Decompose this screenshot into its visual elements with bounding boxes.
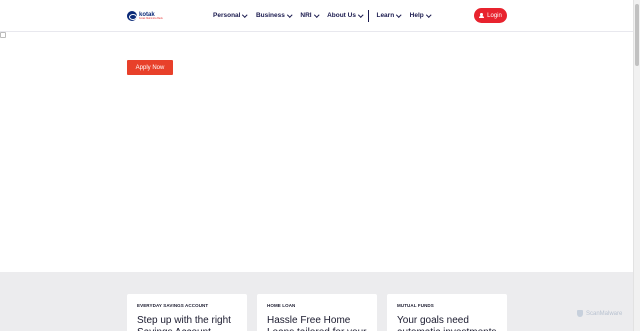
kotak-logo-icon — [127, 11, 137, 21]
chevron-down-icon — [287, 12, 293, 17]
main-nav: Personal Business NRI About Us Learn Hel… — [213, 0, 439, 31]
scrollbar-thumb[interactable] — [635, 4, 639, 66]
card-tag: HOME LOAN — [267, 303, 296, 308]
site-header: kotak Kotak Mahindra Bank Personal Busin… — [0, 0, 633, 32]
chevron-down-icon — [242, 12, 248, 17]
nav-item-label: NRI — [300, 12, 312, 19]
nav-item-label: Business — [255, 12, 285, 19]
shield-icon — [577, 310, 583, 317]
nav-item-label: Help — [409, 12, 424, 19]
card-title: Your goals need automatic investments — [397, 315, 497, 331]
chevron-down-icon — [313, 12, 319, 17]
nav-item-nri[interactable]: NRI — [300, 12, 319, 19]
nav-item-learn[interactable]: Learn — [376, 12, 402, 19]
broken-image-icon — [0, 32, 6, 38]
apply-now-button[interactable]: Apply Now — [127, 60, 173, 75]
user-icon — [479, 13, 484, 18]
login-label: Login — [487, 12, 502, 19]
nav-item-label: Learn — [376, 12, 395, 19]
card-tag: MUTUAL FUNDS — [397, 303, 434, 308]
chevron-down-icon — [396, 12, 402, 17]
card-tag: EVERYDAY SAVINGS ACCOUNT — [137, 303, 209, 308]
product-card-savings[interactable]: EVERYDAY SAVINGS ACCOUNT Step up with th… — [127, 294, 247, 331]
login-button[interactable]: Login — [474, 8, 507, 23]
card-title: Hassle Free Home Loans tailored for your — [267, 315, 367, 331]
brand-tagline: Kotak Mahindra Bank — [139, 16, 163, 20]
watermark-label: ScanMalware — [586, 310, 623, 317]
chevron-down-icon — [426, 12, 431, 17]
vertical-scrollbar[interactable] — [633, 0, 640, 331]
nav-item-about-us[interactable]: About Us — [327, 12, 364, 19]
nav-divider — [368, 9, 370, 22]
product-cards-section: EVERYDAY SAVINGS ACCOUNT Step up with th… — [0, 272, 633, 331]
product-card-mutual-funds[interactable]: MUTUAL FUNDS Your goals need automatic i… — [387, 294, 507, 331]
kotak-logo[interactable]: kotak Kotak Mahindra Bank — [127, 9, 167, 23]
nav-item-label: About Us — [327, 12, 356, 19]
nav-item-personal[interactable]: Personal — [213, 12, 248, 19]
nav-item-help[interactable]: Help — [410, 12, 431, 19]
nav-item-label: Personal — [213, 12, 241, 19]
chevron-down-icon — [358, 12, 364, 17]
product-card-home-loan[interactable]: HOME LOAN Hassle Free Home Loans tailore… — [257, 294, 377, 331]
card-title: Step up with the right Savings Account — [137, 315, 231, 331]
scanmalware-watermark: ScanMalware — [577, 310, 622, 317]
nav-item-business[interactable]: Business — [255, 12, 293, 19]
